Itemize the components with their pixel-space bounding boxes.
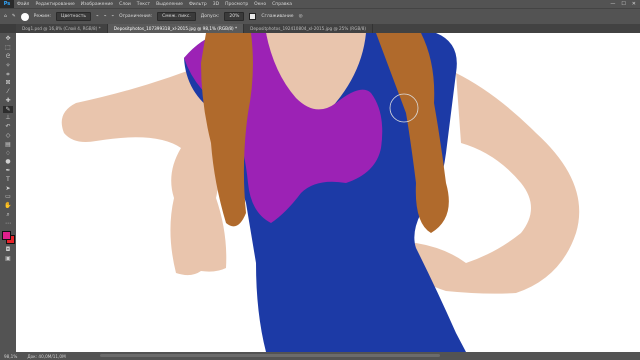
frame-tool-icon[interactable]: ⊠ bbox=[3, 80, 13, 88]
crop-tool-icon[interactable]: ⌗ bbox=[3, 71, 13, 79]
menu-3d[interactable]: 3D bbox=[210, 2, 222, 7]
menu-window[interactable]: Окно bbox=[251, 2, 269, 7]
brush-tool-icon[interactable]: ✎ bbox=[12, 14, 16, 19]
sampling-continuous-icon[interactable]: ⌁ bbox=[96, 14, 99, 19]
clone-stamp-tool-icon[interactable]: ⊥ bbox=[3, 115, 13, 123]
tab-dog1[interactable]: Dog1.psd @ 16,8% (Слой 4, RGB/8) * bbox=[16, 24, 108, 33]
horizontal-scrollbar[interactable] bbox=[100, 354, 440, 357]
menu-bar: Ps Файл Редактирование Изображение Слои … bbox=[0, 0, 640, 8]
shape-tool-icon[interactable]: ▭ bbox=[3, 194, 13, 202]
menu-select[interactable]: Выделение bbox=[153, 2, 186, 7]
document-tabs: Dog1.psd @ 16,8% (Слой 4, RGB/8) * Depos… bbox=[16, 24, 640, 33]
tab-depositphotos-192410804[interactable]: Depositphotos_192410804_xl-2015.jpg @ 25… bbox=[244, 24, 374, 33]
ps-logo: Ps bbox=[0, 0, 14, 8]
hand-tool-icon[interactable]: ✋ bbox=[3, 202, 13, 210]
limits-label: Ограничения: bbox=[119, 14, 153, 19]
sampling-once-icon[interactable]: ⌁ bbox=[104, 14, 107, 19]
antialias-checkbox[interactable] bbox=[249, 13, 257, 20]
healing-tool-icon[interactable]: ✚ bbox=[3, 97, 13, 105]
antialias-label: Сглаживание bbox=[261, 14, 294, 19]
mode-label: Режим: bbox=[33, 14, 52, 19]
brush-size-preview[interactable] bbox=[20, 12, 29, 21]
history-brush-tool-icon[interactable]: ↶ bbox=[3, 123, 13, 131]
tolerance-input[interactable]: 20% bbox=[224, 12, 245, 21]
blur-tool-icon[interactable]: ♢ bbox=[3, 150, 13, 158]
minimize-button[interactable]: — bbox=[610, 1, 615, 7]
menu-type[interactable]: Текст bbox=[134, 2, 153, 7]
marquee-tool-icon[interactable]: ⬚ bbox=[3, 44, 13, 52]
type-tool-icon[interactable]: T bbox=[3, 176, 13, 184]
lasso-tool-icon[interactable]: ᘓ bbox=[3, 53, 13, 61]
eyedropper-tool-icon[interactable]: ⁄ bbox=[3, 88, 13, 96]
move-tool-icon[interactable]: ✥ bbox=[3, 36, 13, 44]
home-icon[interactable]: ⌂ bbox=[4, 14, 7, 19]
tab-depositphotos-107399318[interactable]: Depositphotos_107399318_xl-2015.jpg @ 98… bbox=[107, 24, 245, 33]
pressure-icon[interactable]: ◎ bbox=[299, 14, 303, 19]
window-controls: — ☐ ✕ bbox=[610, 1, 640, 7]
pen-tool-icon[interactable]: ✒ bbox=[3, 167, 13, 175]
mode-select[interactable]: Цветность bbox=[56, 12, 91, 21]
dodge-tool-icon[interactable]: ● bbox=[3, 159, 13, 167]
sampling-swatch-icon[interactable]: ⌁ bbox=[111, 14, 114, 19]
tools-panel: ✥ ⬚ ᘓ ✧ ⌗ ⊠ ⁄ ✚ ✎ ⊥ ↶ ◇ ▤ ♢ ● ✒ T ➤ ▭ ✋ … bbox=[0, 33, 16, 352]
menu-filter[interactable]: Фильтр bbox=[186, 2, 210, 7]
menu-edit[interactable]: Редактирование bbox=[32, 2, 77, 7]
limits-select[interactable]: Смеж. пикс. bbox=[157, 12, 196, 21]
doc-size-readout[interactable]: Док: 40,0M/11,0M bbox=[27, 354, 65, 359]
photo-artwork bbox=[16, 33, 640, 352]
foreground-color-swatch[interactable] bbox=[2, 231, 11, 241]
maximize-button[interactable]: ☐ bbox=[621, 1, 625, 7]
zoom-tool-icon[interactable]: ⌕ bbox=[3, 211, 13, 219]
menu-view[interactable]: Просмотр bbox=[222, 2, 251, 7]
close-button[interactable]: ✕ bbox=[632, 1, 636, 7]
quick-select-tool-icon[interactable]: ✧ bbox=[3, 62, 13, 70]
zoom-readout[interactable]: 98,1% bbox=[4, 354, 17, 359]
screen-mode-icon[interactable]: ▣ bbox=[3, 255, 13, 263]
eraser-tool-icon[interactable]: ◇ bbox=[3, 132, 13, 140]
menu-help[interactable]: Справка bbox=[269, 2, 295, 7]
color-swatches bbox=[2, 231, 15, 245]
photoshop-window: Ps Файл Редактирование Изображение Слои … bbox=[0, 0, 640, 360]
gradient-tool-icon[interactable]: ▤ bbox=[3, 141, 13, 149]
menu-layers[interactable]: Слои bbox=[116, 2, 134, 7]
tolerance-label: Допуск: bbox=[200, 14, 220, 19]
more-tools-icon[interactable]: ⋯ bbox=[3, 220, 13, 228]
quick-mask-icon[interactable]: ◘ bbox=[3, 246, 13, 254]
path-select-tool-icon[interactable]: ➤ bbox=[3, 185, 13, 193]
options-bar: ⌂ ✎ Режим: Цветность ⌁ ⌁ ⌁ Ограничения: … bbox=[0, 8, 640, 24]
color-replacement-tool-icon[interactable]: ✎ bbox=[3, 105, 13, 114]
menu-file[interactable]: Файл bbox=[14, 2, 32, 7]
menu-image[interactable]: Изображение bbox=[78, 2, 116, 7]
document-canvas[interactable] bbox=[16, 33, 640, 352]
